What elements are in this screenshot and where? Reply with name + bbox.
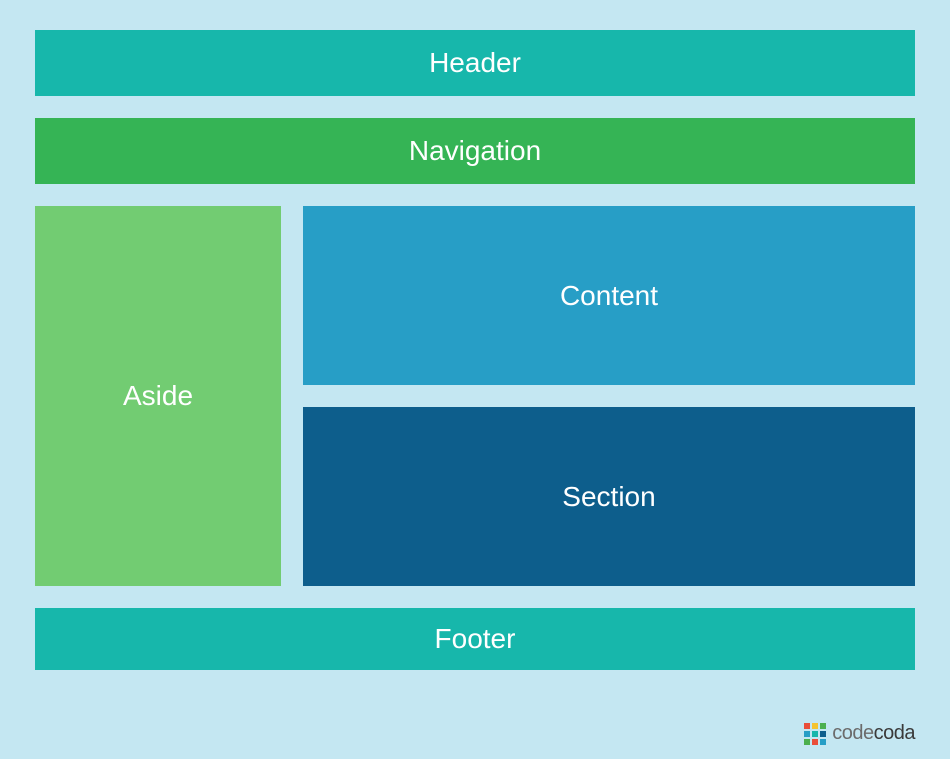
middle-row: Aside Content Section [35, 206, 915, 586]
section-region: Section [303, 407, 915, 586]
brand-name-part1: code [832, 722, 873, 744]
section-label: Section [562, 481, 655, 513]
content-region: Content [303, 206, 915, 385]
header-region: Header [35, 30, 915, 96]
right-column: Content Section [303, 206, 915, 586]
layout-diagram: Header Navigation Aside Content Section … [35, 30, 915, 670]
navigation-region: Navigation [35, 118, 915, 184]
aside-label: Aside [123, 380, 193, 412]
footer-region: Footer [35, 608, 915, 670]
brand-name: codecoda [832, 722, 915, 745]
logo-icon [804, 723, 826, 745]
aside-region: Aside [35, 206, 281, 586]
header-label: Header [429, 47, 521, 79]
brand-logo: codecoda [804, 722, 915, 745]
brand-name-part2: coda [874, 722, 915, 744]
content-label: Content [560, 280, 658, 312]
navigation-label: Navigation [409, 135, 541, 167]
footer-label: Footer [435, 623, 516, 655]
